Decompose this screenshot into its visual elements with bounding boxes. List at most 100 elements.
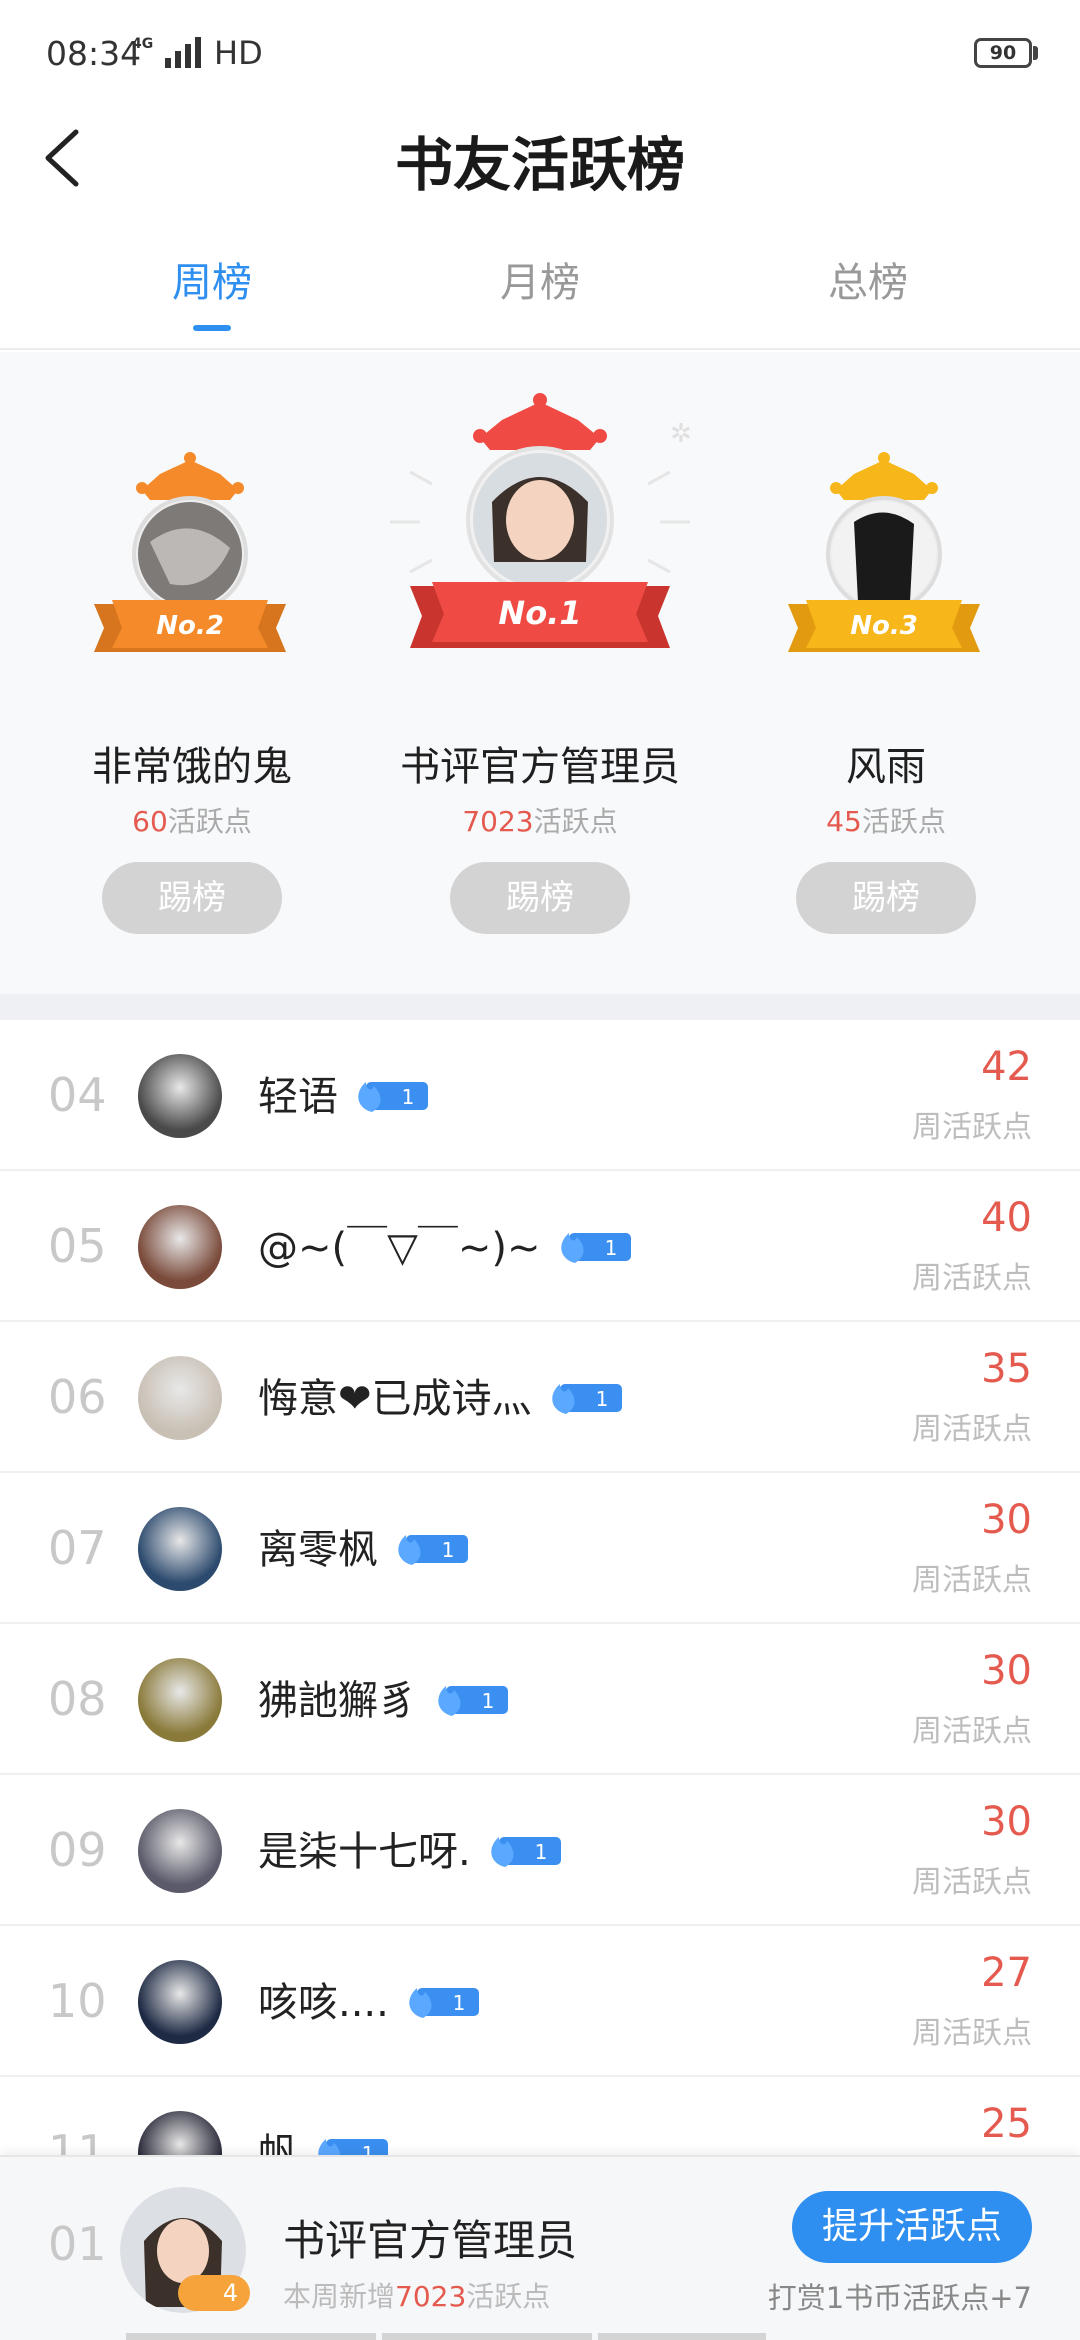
rank-1-avatar[interactable]: ✲ No.1 <box>380 392 700 652</box>
list-score: 40 <box>981 1195 1032 1241</box>
list-avatar[interactable] <box>138 1809 222 1893</box>
svg-text:✲: ✲ <box>670 419 692 449</box>
battery-icon: 90 <box>974 38 1032 68</box>
rank-3-label: No.3 <box>850 611 918 641</box>
tab-monthly[interactable]: 月榜 <box>375 250 705 308</box>
hd-indicator: HD <box>214 34 263 72</box>
level-number: 1 <box>402 1085 415 1109</box>
rank-2-label: No.2 <box>156 611 224 641</box>
list-score-label: 周活跃点 <box>912 1261 1032 1296</box>
ranking-list[interactable]: 04 轻语 1 42 周活跃点 05 @~(￣▽￣~)~ 1 40 周活跃点 06 悔意❤已成诗灬 1 3… <box>0 1020 1080 2155</box>
list-avatar[interactable] <box>138 1658 222 1742</box>
list-score: 30 <box>981 1497 1032 1543</box>
list-username[interactable]: 离零枫 <box>258 1517 378 1575</box>
level-number: 1 <box>604 1236 617 1260</box>
list-item[interactable]: 09 是柒十七呀. 1 30 周活跃点 <box>0 1775 1080 1926</box>
list-avatar[interactable] <box>138 1205 222 1289</box>
list-score-label: 周活跃点 <box>912 1412 1032 1447</box>
list-rank: 08 <box>48 1672 107 1726</box>
list-item[interactable]: 04 轻语 1 42 周活跃点 <box>0 1020 1080 1171</box>
my-name: 书评官方管理员 <box>283 2216 578 2265</box>
list-item[interactable]: 05 @~(￣▽￣~)~ 1 40 周活跃点 <box>0 1171 1080 1322</box>
level-number: 1 <box>362 2142 375 2155</box>
level-number: 1 <box>452 1991 465 2015</box>
list-item[interactable]: 10 咳咳.... 1 27 周活跃点 <box>0 1926 1080 2077</box>
gesture-bar <box>126 2333 766 2340</box>
list-rank: 09 <box>48 1823 107 1877</box>
list-username[interactable]: 狒訑獬豸 <box>258 1668 418 1726</box>
my-weekly-points: 本周新增7023活跃点 <box>283 2280 551 2313</box>
top-three-podium: No.2 非常饿的鬼 60活跃点 踢榜 ✲ No.1 书评官方管理员 7023活… <box>0 352 1080 994</box>
rank-1-name[interactable]: 书评官方管理员 <box>370 734 710 792</box>
my-level-badge: 4 <box>178 2275 250 2311</box>
list-score: 42 <box>981 1044 1032 1090</box>
list-item[interactable]: 07 离零枫 1 30 周活跃点 <box>0 1473 1080 1624</box>
list-rank: 07 <box>48 1521 107 1575</box>
level-number: 1 <box>442 1538 455 1562</box>
rank-3-name[interactable]: 风雨 <box>716 734 1056 792</box>
rank-2-kick-button[interactable]: 踢榜 <box>102 862 282 934</box>
list-score: 35 <box>981 1346 1032 1392</box>
network-type: 4G <box>132 36 154 52</box>
list-item[interactable]: 08 狒訑獬豸 1 30 周活跃点 <box>0 1624 1080 1775</box>
list-score: 25 <box>981 2101 1032 2147</box>
list-score-label: 周活跃点 <box>912 1865 1032 1900</box>
flame-level-badge: 1 <box>491 1837 561 1867</box>
list-item[interactable]: 06 悔意❤已成诗灬 1 35 周活跃点 <box>0 1322 1080 1473</box>
crown-icon <box>142 460 238 500</box>
tab-active-indicator <box>193 325 231 331</box>
tab-weekly[interactable]: 周榜 <box>47 250 377 308</box>
flame-level-badge: 1 <box>398 1535 468 1565</box>
list-username[interactable]: 轻语 <box>258 1064 338 1122</box>
level-number: 1 <box>534 1840 547 1864</box>
tab-total[interactable]: 总榜 <box>703 250 1033 308</box>
status-time: 08:34 <box>46 34 142 73</box>
list-avatar[interactable] <box>138 1507 222 1591</box>
list-avatar[interactable] <box>138 2111 222 2155</box>
rank-1-points: 7023活跃点 <box>462 805 618 838</box>
rank-2-avatar[interactable]: No.2 <box>80 452 300 652</box>
list-score: 27 <box>981 1950 1032 1996</box>
list-username[interactable]: @~(￣▽￣~)~ <box>258 1215 541 1273</box>
signal-icon <box>165 37 201 68</box>
list-username[interactable]: 是柒十七呀. <box>258 1819 471 1877</box>
list-avatar[interactable] <box>138 1054 222 1138</box>
list-rank: 11 <box>48 2125 107 2155</box>
list-item[interactable]: 11帆125周活跃点 <box>0 2077 1080 2155</box>
section-divider <box>0 994 1080 1020</box>
list-score-label: 周活跃点 <box>912 2016 1032 2051</box>
list-rank: 10 <box>48 1974 107 2028</box>
list-score-label: 周活跃点 <box>912 1110 1032 1145</box>
flame-level-badge: 1 <box>438 1686 508 1716</box>
status-bar: 08:34 4G HD 90 <box>0 0 1080 108</box>
level-number: 1 <box>595 1387 608 1411</box>
list-rank: 05 <box>48 1219 107 1273</box>
reward-tip: 打赏1书币活跃点+7 <box>767 2281 1032 2315</box>
tab-bar: 周榜 月榜 总榜 <box>0 250 1080 350</box>
list-rank: 04 <box>48 1068 107 1122</box>
flame-level-badge: 1 <box>358 1082 428 1112</box>
list-username[interactable]: 咳咳.... <box>258 1970 389 2028</box>
rank-1-kick-button[interactable]: 踢榜 <box>450 862 630 934</box>
list-username[interactable]: 悔意❤已成诗灬 <box>258 1366 532 1424</box>
list-score-label: 周活跃点 <box>912 1714 1032 1749</box>
flame-level-badge: 1 <box>318 2139 388 2155</box>
list-rank: 06 <box>48 1370 107 1424</box>
rank-2-name[interactable]: 非常饿的鬼 <box>22 734 362 792</box>
boost-activity-button[interactable]: 提升活跃点 <box>792 2191 1032 2263</box>
rank-1-label: No.1 <box>498 594 581 632</box>
list-avatar[interactable] <box>138 1960 222 2044</box>
back-button[interactable] <box>30 118 90 198</box>
list-avatar[interactable] <box>138 1356 222 1440</box>
back-arrow-icon <box>45 129 79 187</box>
battery-level: 90 <box>989 42 1017 64</box>
crown-icon <box>480 402 600 450</box>
rank-3-kick-button[interactable]: 踢榜 <box>796 862 976 934</box>
list-username[interactable]: 帆 <box>258 2121 298 2155</box>
my-rank-number: 01 <box>48 2217 107 2271</box>
rank-3-avatar[interactable]: No.3 <box>774 452 994 652</box>
level-number: 1 <box>482 1689 495 1713</box>
my-rank-bar: 01 4 书评官方管理员 本周新增7023活跃点 提升活跃点 打赏1书币活跃点+… <box>0 2155 1080 2340</box>
list-score: 30 <box>981 1799 1032 1845</box>
page-title: 书友活跃榜 <box>394 131 685 199</box>
